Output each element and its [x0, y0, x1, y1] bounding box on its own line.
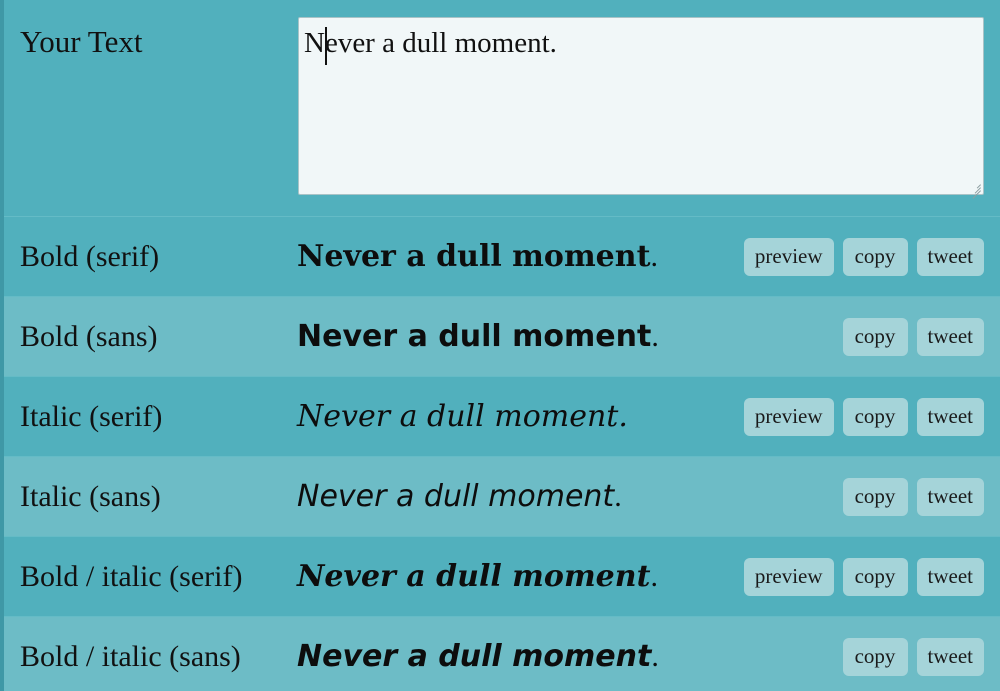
style-row: Bold / italic (sans) Never a dull moment.… [0, 616, 1000, 691]
styled-text-output: Never a dull moment. [297, 238, 658, 274]
styled-text: Never a dull moment. [297, 398, 628, 434]
tweet-button[interactable]: tweet [916, 397, 984, 436]
tweet-button[interactable]: tweet [916, 477, 984, 516]
preview-button[interactable]: preview [743, 557, 834, 596]
copy-button[interactable]: copy [842, 317, 908, 356]
style-row: Italic (serif) Never a dull moment. previe… [0, 376, 1000, 456]
styled-text-tail: . [614, 479, 622, 513]
copy-button[interactable]: copy [842, 557, 908, 596]
styled-text: Never a dull moment [297, 478, 615, 514]
unicode-text-styler-app: Your Text Bold (serif) Never a dull momen… [0, 0, 1000, 691]
styled-text: Never a dull moment [297, 638, 652, 674]
your-text-input[interactable] [298, 17, 984, 195]
left-edge-rail [0, 0, 4, 691]
style-row-actions: preview copy tweet [743, 397, 984, 436]
styled-text-output: Never a dull moment. [297, 318, 659, 354]
text-cursor [325, 27, 327, 65]
style-row: Bold / italic (serif) Never a dull moment… [0, 536, 1000, 616]
your-text-label: Your Text [20, 24, 143, 59]
style-row-label: Bold / italic (serif) [20, 559, 243, 593]
styled-text-tail: . [650, 559, 658, 593]
style-row-actions: preview copy tweet [743, 557, 984, 596]
styled-text: Never a dull moment [297, 558, 651, 594]
copy-button[interactable]: copy [842, 637, 908, 676]
styled-text-tail: . [651, 639, 659, 673]
styled-text-output: Never a dull moment. [297, 558, 658, 594]
style-row-actions: preview copy tweet [743, 237, 984, 276]
styled-text-tail: . [650, 239, 658, 273]
preview-button[interactable]: preview [743, 397, 834, 436]
copy-button[interactable]: copy [842, 477, 908, 516]
copy-button[interactable]: copy [842, 237, 908, 276]
style-row-actions: copy tweet [842, 317, 984, 356]
style-row: Bold (sans) Never a dull moment. copy tweet [0, 296, 1000, 376]
textarea-wrapper [298, 17, 984, 199]
styled-text: Never a dull moment [297, 318, 652, 354]
style-row-label: Bold (sans) [20, 319, 158, 353]
style-row-actions: copy tweet [842, 477, 984, 516]
style-row-label: Italic (serif) [20, 399, 163, 433]
copy-button[interactable]: copy [842, 397, 908, 436]
tweet-button[interactable]: tweet [916, 637, 984, 676]
styled-results-list: Bold (serif) Never a dull moment. preview c… [0, 216, 1000, 691]
tweet-button[interactable]: tweet [916, 317, 984, 356]
styled-text-output: Never a dull moment. [297, 478, 622, 514]
text-input-section: Your Text [0, 0, 1000, 216]
style-row-label: Bold / italic (sans) [20, 639, 241, 673]
style-row-label: Bold (serif) [20, 239, 160, 273]
styled-text-tail: . [651, 319, 659, 353]
style-row: Italic (sans) Never a dull moment. copy twe… [0, 456, 1000, 536]
tweet-button[interactable]: tweet [916, 557, 984, 596]
style-row-label: Italic (sans) [20, 479, 161, 513]
styled-text-output: Never a dull moment. [297, 398, 628, 434]
preview-button[interactable]: preview [743, 237, 834, 276]
styled-text: Never a dull moment [297, 238, 651, 274]
tweet-button[interactable]: tweet [916, 237, 984, 276]
styled-text-output: Never a dull moment. [297, 638, 659, 674]
style-row: Bold (serif) Never a dull moment. preview c… [0, 216, 1000, 296]
style-row-actions: copy tweet [842, 637, 984, 676]
